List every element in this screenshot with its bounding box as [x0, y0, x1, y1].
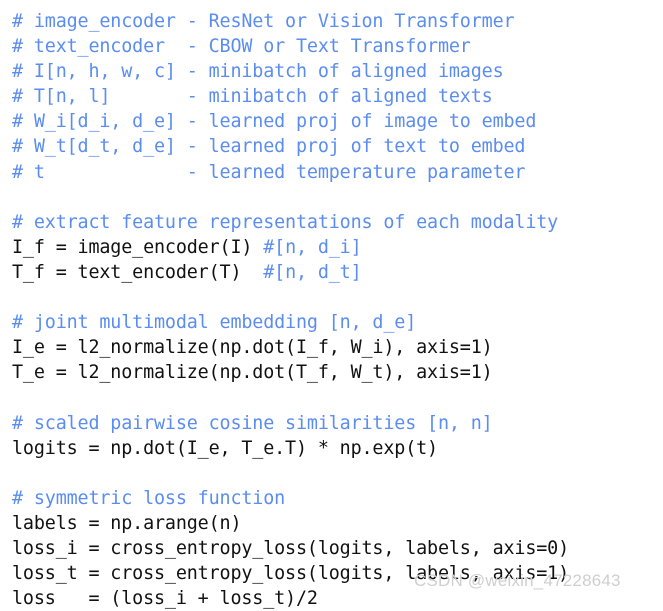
code-token: T_f = text_encoder(T) — [12, 261, 264, 283]
code-line: T_e = l2_normalize(np.dot(T_f, W_t), axi… — [12, 360, 663, 385]
comment-token: # joint multimodal embedding [n, d_e] — [12, 312, 417, 334]
comment-token: # W_t[d_t, d_e] - learned proj of text t… — [12, 136, 526, 158]
code-token: labels = np.arange(n) — [12, 512, 242, 534]
comment-token: # t - learned temperature parameter — [12, 161, 526, 183]
code-token: loss_i = cross_entropy_loss(logits, labe… — [12, 537, 570, 559]
watermark: CSDN @weixin_47228643 — [414, 571, 621, 590]
comment-token: # I[n, h, w, c] - minibatch of aligned i… — [12, 61, 504, 83]
comment-token: # T[n, l] - minibatch of aligned texts — [12, 86, 493, 108]
inline-comment-token: #[n, d_i] — [263, 236, 362, 258]
code-block: # image_encoder - ResNet or Vision Trans… — [0, 0, 663, 609]
code-token: logits = np.dot(I_e, T_e.T) * np.exp(t) — [12, 437, 438, 459]
code-line: # image_encoder - ResNet or Vision Trans… — [12, 9, 663, 34]
code-token: I_f = image_encoder(I) — [12, 236, 264, 258]
comment-token: # text_encoder - CBOW or Text Transforme… — [12, 36, 471, 58]
code-line: # joint multimodal embedding [n, d_e] — [12, 310, 663, 335]
inline-comment-token: #[n, d_t] — [263, 261, 362, 283]
code-line: I_f = image_encoder(I) #[n, d_i] — [12, 235, 663, 260]
code-line: labels = np.arange(n) — [12, 511, 663, 536]
code-line: # extract feature representations of eac… — [12, 210, 663, 235]
code-line: # W_t[d_t, d_e] - learned proj of text t… — [12, 134, 663, 159]
code-lines-container: # image_encoder - ResNet or Vision Trans… — [12, 9, 663, 611]
comment-token: # image_encoder - ResNet or Vision Trans… — [12, 11, 515, 32]
code-line: # symmetric loss function — [12, 486, 663, 511]
code-line: loss_i = cross_entropy_loss(logits, labe… — [12, 536, 663, 561]
comment-token: # scaled pairwise cosine similarities [n… — [12, 412, 493, 434]
comment-token: # W_i[d_i, d_e] - learned proj of image … — [12, 111, 537, 133]
comment-token: # extract feature representations of eac… — [12, 211, 559, 233]
code-token: T_e = l2_normalize(np.dot(T_f, W_t), axi… — [12, 362, 493, 384]
code-line: logits = np.dot(I_e, T_e.T) * np.exp(t) — [12, 436, 663, 461]
code-line: # scaled pairwise cosine similarities [n… — [12, 411, 663, 436]
code-token: I_e = l2_normalize(np.dot(I_f, W_i), axi… — [12, 337, 493, 359]
code-line: # t - learned temperature parameter — [12, 160, 663, 185]
code-line: T_f = text_encoder(T) #[n, d_t] — [12, 260, 663, 285]
code-line: # W_i[d_i, d_e] - learned proj of image … — [12, 109, 663, 134]
comment-token: # symmetric loss function — [12, 487, 286, 509]
code-line: # I[n, h, w, c] - minibatch of aligned i… — [12, 59, 663, 84]
code-token: loss = (loss_i + loss_t)/2 — [12, 588, 318, 610]
code-line: # text_encoder - CBOW or Text Transforme… — [12, 34, 663, 59]
code-line: # T[n, l] - minibatch of aligned texts — [12, 84, 663, 109]
code-line: I_e = l2_normalize(np.dot(I_f, W_i), axi… — [12, 335, 663, 360]
